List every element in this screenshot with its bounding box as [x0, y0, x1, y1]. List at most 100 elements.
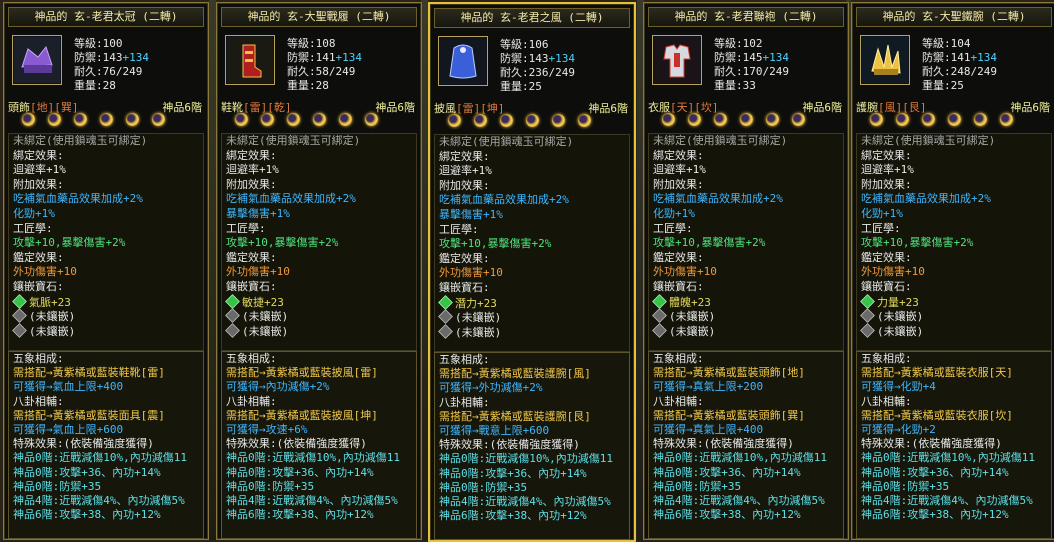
- special-effect-line: 神品0階:防禦+35: [226, 479, 315, 493]
- special-effect-line: 神品0階:攻擊+36、內功+14%: [861, 465, 1009, 479]
- appraise-title: 鑑定效果:: [439, 251, 490, 265]
- bind-effect-value: 迴避率+1%: [13, 163, 66, 177]
- tier-orb-icon: [526, 114, 539, 127]
- gem-slot-2: (未鑲嵌): [649, 308, 843, 324]
- gold-gauntlet-icon: [860, 35, 910, 85]
- tier-orb-icon: [766, 113, 779, 126]
- tier-orb-icon: [870, 113, 883, 126]
- five-element-req: 需搭配→黃紫橘或藍裝護腕[風]: [439, 367, 591, 381]
- bind-effect-title: 綁定效果:: [226, 148, 277, 162]
- item-stats: 等級:108 防禦:141+134 耐久:58/249 重量:28: [287, 37, 362, 93]
- purple-crown-icon: [12, 35, 62, 85]
- special-effect-line: 神品0階:攻擊+36、內功+14%: [439, 466, 587, 480]
- empty-gem-icon: [860, 308, 875, 323]
- special-effect-title: 特殊效果:(依裝備強度獲得): [13, 437, 154, 451]
- special-effect-line: 神品6階:攻擊+38、內功+12%: [861, 508, 1009, 522]
- five-element-title: 五象相成:: [653, 352, 704, 365]
- extra-effect-1: 吃補氣血藥品效果加成+2%: [13, 192, 143, 206]
- defense-text: 防禦:143+134: [74, 51, 150, 64]
- tier-orb-icon: [896, 113, 909, 126]
- weight-text: 重量:25: [500, 80, 542, 93]
- durability-text: 耐久:58/249: [287, 65, 356, 78]
- gem-slot-3: (未鑲嵌): [857, 322, 1051, 339]
- five-element-bonus: 可獲得→真氣上限+200: [653, 380, 764, 394]
- empty-gem-icon: [12, 322, 27, 338]
- extra-effect-2: 暴擊傷害+1%: [439, 207, 503, 221]
- item-title: 神品的 玄-老君聯袍 (二轉): [648, 7, 844, 27]
- gem-slot-1: 力量+23: [857, 293, 1051, 310]
- separator: [421, 0, 428, 540]
- bagua-bonus: 可獲得→攻速+6%: [226, 422, 308, 436]
- special-effect-line: 神品4階:近戰減傷4%、內功減傷5%: [653, 493, 825, 507]
- tier-orb-icon: [662, 113, 675, 126]
- appraise-title: 鑑定效果:: [861, 250, 912, 264]
- defense-bonus: +134: [122, 51, 150, 64]
- bind-effect-title: 綁定效果:: [653, 148, 704, 162]
- tier-orb-icon: [152, 113, 165, 126]
- gem-slot-3: (未鑲嵌): [222, 322, 416, 339]
- five-element-req: 需搭配→黃紫橘或藍裝披風[雷]: [226, 366, 378, 380]
- tier-orbs: [22, 113, 178, 129]
- extra-effect-title: 附加效果:: [226, 177, 277, 191]
- attributes-section: 未綁定(使用鎖魂玉可綁定) 綁定效果: 迴避率+1% 附加效果: 吃補氣血藥品效…: [434, 134, 630, 352]
- slot-row: 護腕[風][艮] 神品6階: [856, 101, 1052, 129]
- item-tooltip-card[interactable]: 神品的 玄-老君聯袍 (二轉) 等級:102 防禦:145+134 耐久:170…: [643, 2, 849, 540]
- gem-slot-3: (未鑲嵌): [649, 322, 843, 339]
- gem-slot-1: 潛力+23: [435, 294, 629, 311]
- bagua-bonus: 可獲得→化勁+2: [861, 422, 936, 436]
- attributes-section: 未綁定(使用鎖魂玉可綁定) 綁定效果: 迴避率+1% 附加效果: 吃補氣血藥品效…: [221, 133, 417, 351]
- special-effect-line: 神品4階:近戰減傷4%、內功減傷5%: [13, 493, 185, 507]
- inlay-title: 鑲嵌寶石:: [653, 279, 704, 293]
- inlay-title: 鑲嵌寶石:: [439, 280, 490, 294]
- item-tooltip-card[interactable]: 神品的 玄-老君太冠 (二轉) 等級:100 防禦:143+134 耐久:76/…: [3, 2, 209, 540]
- item-title: 神品的 玄-大聖鐵腕 (二轉): [856, 7, 1052, 27]
- special-effect-line: 神品0階:防禦+35: [13, 479, 102, 493]
- item-summary: 等級:108 防禦:141+134 耐久:58/249 重量:28: [221, 29, 417, 103]
- level-text: 等級:104: [922, 37, 971, 50]
- extra-effect-title: 附加效果:: [13, 177, 64, 191]
- defense-text: 防禦:145+134: [714, 51, 789, 64]
- tier-orb-icon: [1000, 113, 1013, 126]
- item-tooltip-card[interactable]: 神品的 玄-大聖戰履 (二轉) 等級:108 防禦:141+134 耐久:58/…: [216, 2, 422, 540]
- craft-title: 工匠學:: [13, 221, 53, 235]
- bagua-bonus: 可獲得→氣血上限+600: [13, 422, 124, 436]
- slot-row: 頭飾[地][巽] 神品6階: [8, 101, 204, 129]
- five-element-title: 五象相成:: [13, 352, 64, 365]
- empty-gem-icon: [438, 309, 453, 324]
- special-effect-line: 神品0階:近戰減傷10%,內功減傷11: [653, 451, 827, 465]
- item-tooltip-card[interactable]: 神品的 玄-老君之風 (二轉) 等級:106 防禦:143+134 耐久:236…: [428, 2, 636, 542]
- gem-slot-3: (未鑲嵌): [9, 322, 203, 339]
- special-effect-title: 特殊效果:(依裝備強度獲得): [226, 437, 367, 451]
- craft-value: 攻擊+10,暴擊傷害+2%: [439, 237, 552, 251]
- set-bonus-section: 五象相成: 需搭配→黃紫橘或藍裝鞋靴[雷] 可獲得→氣血上限+400 八卦相輔:…: [8, 351, 204, 539]
- item-summary: 等級:106 防禦:143+134 耐久:236/249 重量:25: [434, 30, 630, 104]
- bind-effect-value: 迴避率+1%: [439, 164, 492, 178]
- appraise-value: 外功傷害+10: [226, 265, 290, 279]
- five-element-title: 五象相成:: [439, 353, 490, 366]
- item-tooltip-card[interactable]: 神品的 玄-大聖鐵腕 (二轉) 等級:104 防禦:141+134 耐久:248…: [851, 2, 1054, 540]
- defense-text: 防禦:141+134: [287, 51, 362, 64]
- empty-gem-icon: [12, 308, 27, 323]
- bind-effect-title: 綁定效果:: [861, 148, 912, 162]
- special-effect-line: 神品4階:近戰減傷4%、內功減傷5%: [861, 493, 1033, 507]
- attributes-section: 未綁定(使用鎖魂玉可綁定) 綁定效果: 迴避率+1% 附加效果: 吃補氣血藥品效…: [856, 133, 1052, 351]
- durability-text: 耐久:236/249: [500, 66, 575, 79]
- extra-effect-1: 吃補氣血藥品效果加成+2%: [861, 192, 991, 206]
- defense-text: 防禦:141+134: [922, 51, 998, 64]
- extra-effect-2: 暴擊傷害+1%: [226, 206, 290, 220]
- five-element-bonus: 可獲得→外功減傷+2%: [439, 381, 543, 395]
- appraise-title: 鑑定效果:: [13, 250, 64, 264]
- gem-slot-3: (未鑲嵌): [435, 323, 629, 340]
- set-bonus-section: 五象相成: 需搭配→黃紫橘或藍裝披風[雷] 可獲得→內功減傷+2% 八卦相輔: …: [221, 351, 417, 539]
- tier-orbs: [448, 114, 604, 130]
- craft-value: 攻擊+10,暴擊傷害+2%: [13, 236, 126, 250]
- tier-orb-icon: [688, 113, 701, 126]
- tier-orb-icon: [552, 114, 565, 127]
- tier-orb-icon: [126, 113, 139, 126]
- robe-armor-icon: [652, 35, 702, 85]
- set-bonus-section: 五象相成: 需搭配→黃紫橘或藍裝頭飾[地] 可獲得→真氣上限+200 八卦相輔:…: [648, 351, 844, 539]
- separator: [209, 0, 216, 540]
- five-element-req: 需搭配→黃紫橘或藍裝頭飾[地]: [653, 366, 805, 380]
- defense-bonus: +134: [970, 51, 998, 64]
- extra-effect-1: 吃補氣血藥品效果加成+2%: [439, 193, 569, 207]
